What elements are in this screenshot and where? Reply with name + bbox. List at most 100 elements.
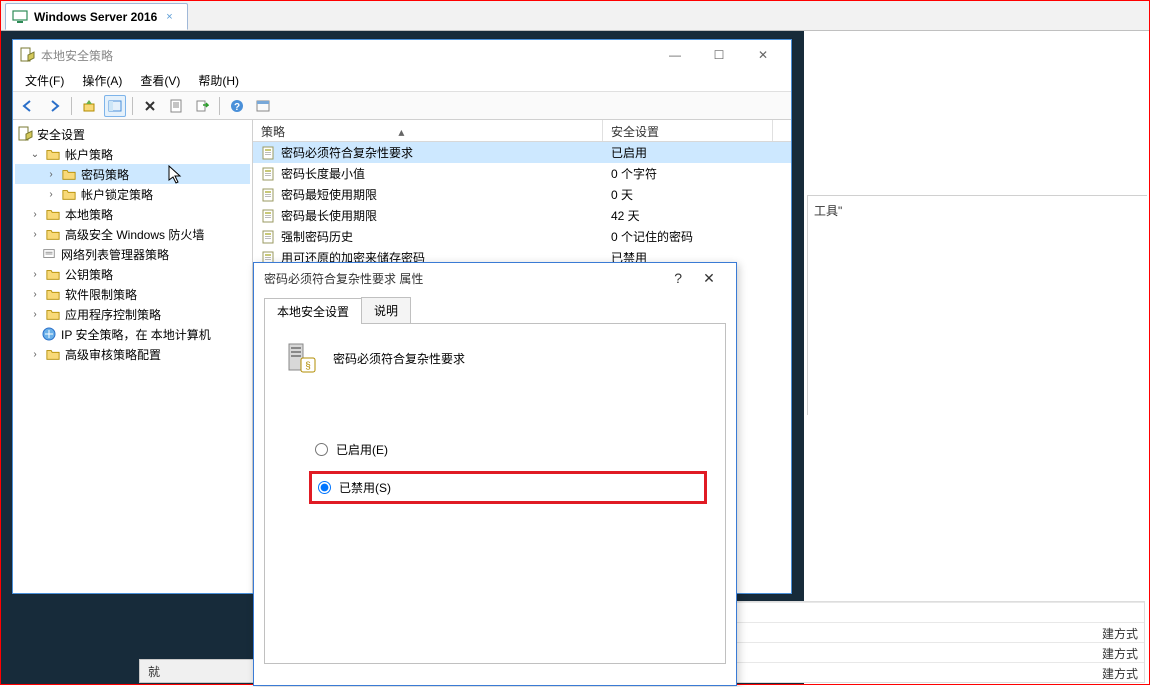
folder-icon xyxy=(61,166,77,182)
svg-text:§: § xyxy=(305,361,311,372)
top-tab-windows-server[interactable]: Windows Server 2016 × xyxy=(5,3,188,30)
expand-toggle-icon[interactable]: › xyxy=(29,269,41,280)
password-complexity-properties-dialog: 密码必须符合复杂性要求 属性 ? ✕ 本地安全设置 说明 § 密码必须符合复杂性… xyxy=(253,262,737,686)
folder-icon xyxy=(45,146,61,162)
dialog-heading-text: 密码必须符合复杂性要求 xyxy=(333,350,465,367)
show-hide-tree-button[interactable] xyxy=(104,95,126,117)
tree-label: 应用程序控制策略 xyxy=(65,306,161,323)
policy-row[interactable]: 密码长度最小值0 个字符 xyxy=(253,163,791,184)
folder-icon xyxy=(61,186,77,202)
forward-button[interactable] xyxy=(43,95,65,117)
tree-advanced-audit[interactable]: › 高级审核策略配置 xyxy=(15,344,250,364)
back-button[interactable] xyxy=(17,95,39,117)
right-fragment-text: 工具" xyxy=(814,204,842,218)
tree-public-key[interactable]: › 公钥策略 xyxy=(15,264,250,284)
mmc-menubar: 文件(F) 操作(A) 查看(V) 帮助(H) xyxy=(13,70,791,92)
radio-disabled[interactable]: 已禁用(S) xyxy=(309,471,707,504)
dialog-help-button[interactable]: ? xyxy=(674,270,682,286)
tree-app-control[interactable]: › 应用程序控制策略 xyxy=(15,304,250,324)
tab-local-security-setting[interactable]: 本地安全设置 xyxy=(264,298,362,324)
expand-toggle-icon[interactable]: › xyxy=(45,169,57,180)
policy-row[interactable]: 密码最长使用期限42 天 xyxy=(253,205,791,226)
col-header-setting[interactable]: 安全设置 xyxy=(603,120,773,141)
menu-view[interactable]: 查看(V) xyxy=(132,70,188,91)
dialog-titlebar[interactable]: 密码必须符合复杂性要求 属性 ? ✕ xyxy=(254,263,736,293)
policy-item-icon xyxy=(261,229,277,245)
expand-toggle-icon[interactable]: › xyxy=(29,309,41,320)
setting-cell: 0 个字符 xyxy=(603,165,773,182)
dialog-close-button[interactable]: ✕ xyxy=(692,265,726,291)
expand-toggle-icon[interactable]: › xyxy=(29,229,41,240)
delete-button[interactable] xyxy=(139,95,161,117)
policy-item-icon xyxy=(261,208,277,224)
maximize-button[interactable]: ☐ xyxy=(697,41,741,69)
tree-network-list[interactable]: 网络列表管理器策略 xyxy=(15,244,250,264)
folder-icon xyxy=(45,206,61,222)
folder-icon xyxy=(41,246,57,262)
mmc-tree[interactable]: 安全设置 ⌄ 帐户策略 › 密码策略 › 帐户锁定策略 › 本地策略 xyxy=(13,120,253,593)
help-button[interactable]: ? xyxy=(226,95,248,117)
tree-label: 安全设置 xyxy=(37,126,85,143)
expand-toggle-icon[interactable]: ⌄ xyxy=(29,149,41,160)
bottom-fragment-row xyxy=(736,602,1144,622)
setting-cell: 已启用 xyxy=(603,144,773,161)
policy-cell: 密码最长使用期限 xyxy=(253,207,603,225)
tree-account-policies[interactable]: ⌄ 帐户策略 xyxy=(15,144,250,164)
toolbar-separator xyxy=(71,97,72,115)
sort-ascending-icon: ▴ xyxy=(398,125,404,139)
tree-advanced-firewall[interactable]: › 高级安全 Windows 防火墙 xyxy=(15,224,250,244)
menu-file[interactable]: 文件(F) xyxy=(17,70,72,91)
menu-help[interactable]: 帮助(H) xyxy=(190,70,247,91)
up-button[interactable] xyxy=(78,95,100,117)
tab-explain[interactable]: 说明 xyxy=(361,297,411,323)
tree-root[interactable]: 安全设置 xyxy=(15,124,250,144)
expand-toggle-icon[interactable]: › xyxy=(29,289,41,300)
folder-icon xyxy=(45,346,61,362)
policy-row[interactable]: 密码必须符合复杂性要求已启用 xyxy=(253,142,791,163)
tree-label: 帐户策略 xyxy=(65,146,113,163)
folder-icon xyxy=(45,266,61,282)
setting-cell: 42 天 xyxy=(603,207,773,224)
dialog-content: § 密码必须符合复杂性要求 已启用(E) 已禁用(S) xyxy=(264,324,726,664)
radio-enabled-input[interactable] xyxy=(315,443,328,456)
tree-lockout-policy[interactable]: › 帐户锁定策略 xyxy=(15,184,250,204)
refresh-button[interactable] xyxy=(252,95,274,117)
export-button[interactable] xyxy=(191,95,213,117)
folder-icon xyxy=(45,226,61,242)
expand-toggle-icon[interactable]: › xyxy=(45,189,57,200)
col-header-policy[interactable]: 策略 ▴ xyxy=(253,120,603,141)
security-settings-icon xyxy=(17,126,33,142)
minimize-button[interactable]: — xyxy=(653,41,697,69)
list-header[interactable]: 策略 ▴ 安全设置 xyxy=(253,120,791,142)
expand-toggle-icon[interactable]: › xyxy=(29,209,41,220)
tree-password-policy[interactable]: › 密码策略 xyxy=(15,164,250,184)
mmc-titlebar[interactable]: 本地安全策略 — ☐ ✕ xyxy=(13,40,791,70)
policy-cell: 密码长度最小值 xyxy=(253,165,603,183)
properties-button[interactable] xyxy=(165,95,187,117)
policy-row[interactable]: 强制密码历史0 个记住的密码 xyxy=(253,226,791,247)
toolbar-separator xyxy=(219,97,220,115)
tree-software-restriction[interactable]: › 软件限制策略 xyxy=(15,284,250,304)
policy-item-icon xyxy=(261,166,277,182)
setting-cell: 0 天 xyxy=(603,186,773,203)
tree-local-policies[interactable]: › 本地策略 xyxy=(15,204,250,224)
close-button[interactable]: ✕ xyxy=(741,41,785,69)
folder-icon xyxy=(45,306,61,322)
tree-ip-security[interactable]: IP 安全策略，在 本地计算机 xyxy=(15,324,250,344)
radio-disabled-input[interactable] xyxy=(318,481,331,494)
mmc-title: 本地安全策略 xyxy=(41,47,647,64)
expand-toggle-icon[interactable]: › xyxy=(29,349,41,360)
tree-label: IP 安全策略，在 本地计算机 xyxy=(61,326,211,343)
radio-disabled-label: 已禁用(S) xyxy=(339,479,391,496)
top-tabbar: Windows Server 2016 × xyxy=(1,1,1149,31)
menu-action[interactable]: 操作(A) xyxy=(74,70,130,91)
toolbar-separator xyxy=(132,97,133,115)
setting-cell: 0 个记住的密码 xyxy=(603,228,773,245)
tab-close-icon[interactable]: × xyxy=(166,11,172,23)
policy-cell: 强制密码历史 xyxy=(253,228,603,246)
policy-row[interactable]: 密码最短使用期限0 天 xyxy=(253,184,791,205)
tree-label: 帐户锁定策略 xyxy=(81,186,153,203)
statusbar-fragment: 就 xyxy=(139,659,259,683)
dialog-tabs: 本地安全设置 说明 xyxy=(264,297,726,324)
radio-enabled[interactable]: 已启用(E) xyxy=(309,436,707,463)
